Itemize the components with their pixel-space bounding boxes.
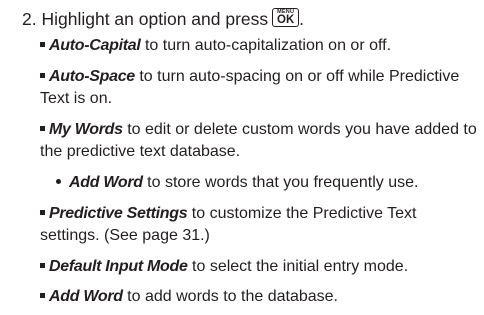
square-bullet-icon xyxy=(40,73,45,78)
key-main-label: OK xyxy=(277,14,295,26)
option-desc: to select the initial entry mode. xyxy=(187,258,409,275)
square-bullet-icon xyxy=(40,263,45,268)
square-bullet-icon xyxy=(40,293,45,298)
step-instruction: 2. Highlight an option and press MENU OK. xyxy=(22,6,304,30)
option-term: My Words xyxy=(49,121,123,138)
sub-option-add-word: Add Word to store words that you frequen… xyxy=(56,172,480,194)
step-end: . xyxy=(299,9,305,29)
option-desc: to add words to the database. xyxy=(122,288,338,305)
option-predictive-settings: Predictive Settings to customize the Pre… xyxy=(40,203,480,247)
option-desc: to store words that you frequently use. xyxy=(142,174,419,191)
option-term: Predictive Settings xyxy=(49,205,188,222)
option-desc: to turn auto-capitalization on or off. xyxy=(140,37,392,54)
option-term: Default Input Mode xyxy=(49,258,188,275)
option-default-input-mode: Default Input Mode to select the initial… xyxy=(40,256,480,278)
option-term: Auto-Space xyxy=(49,68,135,85)
option-term: Add Word xyxy=(49,288,123,305)
square-bullet-icon xyxy=(40,42,45,47)
option-auto-space: Auto-Space to turn auto-spacing on or of… xyxy=(40,66,480,110)
option-my-words: My Words to edit or delete custom words … xyxy=(40,119,480,163)
step-text: 2. Highlight an option and press xyxy=(22,9,269,29)
menu-ok-key-icon: MENU OK xyxy=(272,8,300,27)
square-bullet-icon xyxy=(40,210,45,215)
option-term: Add Word xyxy=(69,174,143,191)
option-add-word: Add Word to add words to the database. xyxy=(40,286,480,308)
square-bullet-icon xyxy=(40,126,45,131)
round-bullet-icon xyxy=(56,179,61,184)
option-term: Auto-Capital xyxy=(49,37,141,54)
option-auto-capital: Auto-Capital to turn auto-capitalization… xyxy=(40,35,480,57)
